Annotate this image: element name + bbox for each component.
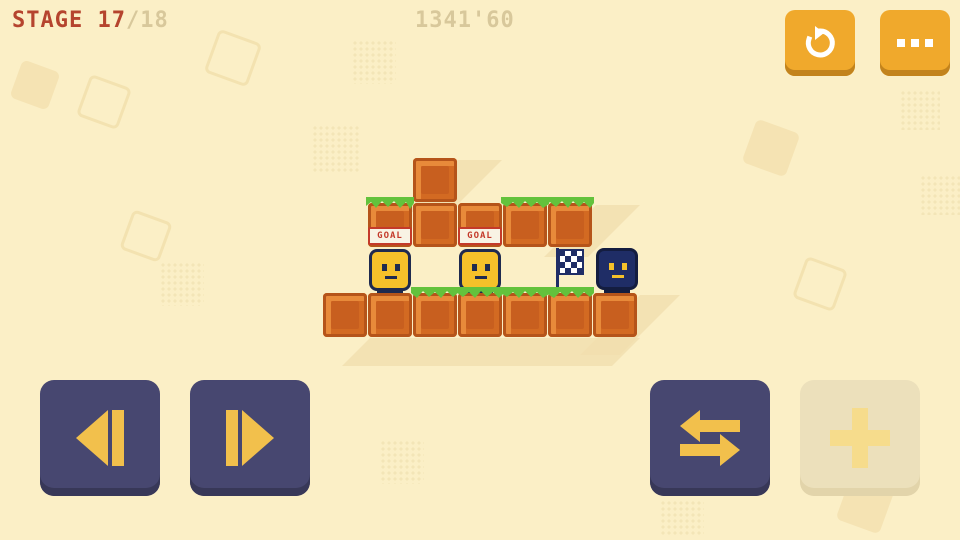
swap-character-button[interactable]: [650, 380, 770, 496]
yellow-block-character: [459, 249, 501, 294]
swap-arrows-icon: [680, 410, 740, 466]
move-left-button[interactable]: [40, 380, 160, 496]
goal-marker: GOAL: [458, 227, 502, 245]
dirt-block: [368, 293, 412, 337]
grass-block: [456, 287, 504, 337]
checkered-flag-icon: [556, 248, 584, 288]
dirt-block: [323, 293, 367, 337]
dirt-block: [413, 203, 457, 247]
dirt-block: [413, 158, 457, 202]
yellow-block-character: [369, 249, 411, 294]
move-right-button[interactable]: [190, 380, 310, 496]
grass-block: [546, 197, 594, 247]
add-button[interactable]: [800, 380, 920, 496]
arrow-right-icon: [226, 410, 274, 466]
dirt-block: [593, 293, 637, 337]
grass-block: [411, 287, 459, 337]
arrow-left-icon: [76, 410, 124, 466]
goal-marker: GOAL: [368, 227, 412, 245]
grass-block: [501, 287, 549, 337]
navy-block-character: [596, 248, 638, 293]
plus-icon: [830, 408, 890, 468]
grass-block: [546, 287, 594, 337]
grass-block: [501, 197, 549, 247]
